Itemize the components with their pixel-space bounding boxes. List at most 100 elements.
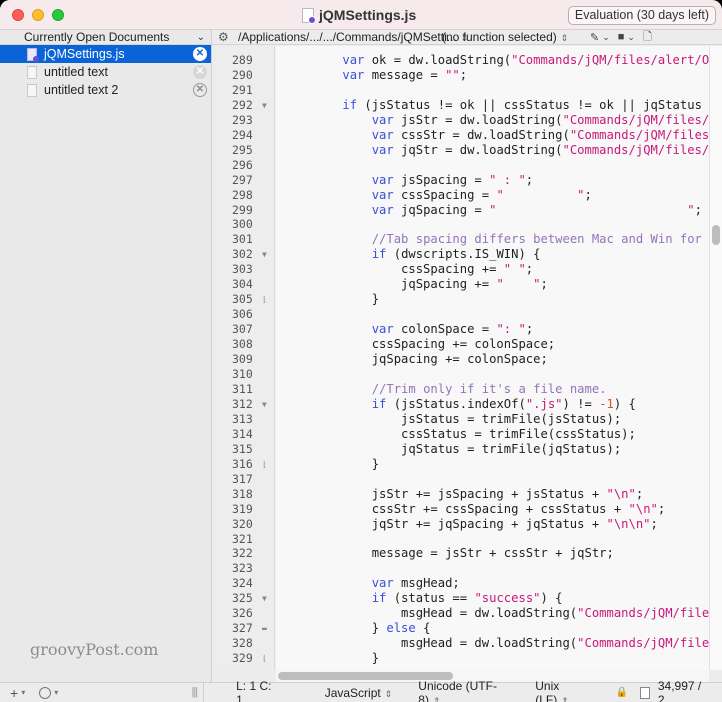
fold-open-icon[interactable]: ▼ <box>262 397 267 412</box>
code-line: jqSpacing += " "; <box>313 277 548 292</box>
code-line: var jqSpacing = " "; <box>371 202 702 217</box>
code-line: var jsStr = dw.loadString("Commands/jQM/… <box>371 112 709 127</box>
line-number: 322 <box>212 546 274 561</box>
code-line: var msgHead; <box>371 576 460 591</box>
file-path-menu[interactable]: /Applications/.../.../Commands/jQMSetti.… <box>238 30 468 44</box>
code-line: var message = ""; <box>342 67 468 82</box>
line-number: 310 <box>212 367 274 382</box>
line-number-text: 316 <box>232 456 253 471</box>
sidebar-status-controls: + ▾ ▾ ||| <box>0 683 205 702</box>
chevron-down-icon[interactable]: ⌄ <box>627 32 635 43</box>
line-number-text: 293 <box>232 112 253 127</box>
line-number-text: 322 <box>232 546 253 561</box>
updown-chevron-icon: ⇕ <box>384 688 393 699</box>
document-icon[interactable]: 🗋 <box>643 28 652 47</box>
document-item[interactable]: jQMSettings.js ✕ <box>0 45 211 63</box>
line-number: 290 <box>212 68 274 83</box>
line-number-text: 320 <box>232 516 253 531</box>
close-document-icon[interactable]: ✕ <box>193 47 207 61</box>
line-number: 329 ⌊ <box>212 651 274 666</box>
evaluation-button[interactable]: Evaluation (30 days left) <box>567 6 716 25</box>
line-number: 327 ▬ <box>212 621 274 636</box>
pin-icon[interactable]: ✎ <box>590 31 599 44</box>
line-number-text: 291 <box>232 82 253 97</box>
line-number: 299 <box>212 203 274 218</box>
code-line: if (dwscripts.IS_WIN) { <box>371 247 541 262</box>
status-bar: + ▾ ▾ ||| L: 1 C: 1 JavaScript ⇕ Unicode (… <box>0 679 722 702</box>
fold-end-icon[interactable]: ⌊ <box>262 292 267 307</box>
line-number-text: 325 <box>232 591 253 606</box>
javascript-file-icon <box>302 7 316 24</box>
line-number-text: 319 <box>232 501 253 516</box>
fold-end-icon[interactable]: ⌊ <box>262 457 267 472</box>
line-number-text: 296 <box>232 157 253 172</box>
language-menu[interactable]: JavaScript ⇕ <box>325 686 393 700</box>
clock-icon[interactable] <box>39 686 52 699</box>
line-number: 325 ▼ <box>212 591 274 606</box>
line-number: 316 ⌊ <box>212 457 274 472</box>
vertical-scrollbar[interactable] <box>709 46 722 670</box>
line-number-text: 318 <box>232 486 253 501</box>
line-number: 304 <box>212 277 274 292</box>
document-item[interactable]: untitled text 2 ✕ <box>0 81 211 99</box>
line-number: 314 <box>212 427 274 442</box>
fold-open-icon[interactable]: ▼ <box>262 591 267 606</box>
close-document-icon[interactable]: ✕ <box>193 65 207 79</box>
character-count[interactable]: 34,997 / 2,... <box>658 679 722 702</box>
line-number: 323 <box>212 561 274 576</box>
cursor-position[interactable]: L: 1 C: 1 <box>236 679 280 702</box>
minimize-window-button[interactable] <box>32 9 44 21</box>
encoding-menu[interactable]: Unicode (UTF-8) ⇕ <box>418 679 515 702</box>
language-label: JavaScript <box>324 685 381 700</box>
fold-open-icon[interactable]: ▼ <box>262 247 267 262</box>
lock-icon[interactable]: 🔒 <box>616 687 628 698</box>
line-number-text: 315 <box>232 441 253 456</box>
line-number-text: 311 <box>232 381 253 396</box>
encoding-label: Unicode (UTF-8) <box>418 678 497 702</box>
gear-icon[interactable]: ⚙ <box>218 30 232 44</box>
javascript-file-icon <box>27 47 39 62</box>
code-line: cssSpacing += " "; <box>313 262 534 277</box>
close-window-button[interactable] <box>12 9 24 21</box>
line-number: 317 <box>212 472 274 487</box>
updown-chevron-icon: ⇕ <box>432 695 441 702</box>
zoom-window-button[interactable] <box>52 9 64 21</box>
open-documents-sidebar: Currently Open Documents ⌄ jQMSettings.j… <box>0 30 212 682</box>
line-number-text: 306 <box>232 307 253 322</box>
document-name: jQMSettings.js <box>44 47 125 61</box>
line-number-text: 299 <box>232 202 253 217</box>
function-menu[interactable]: (no function selected) ⇕ <box>442 30 582 44</box>
line-endings-menu[interactable]: Unix (LF) ⇕ <box>535 679 594 702</box>
fold-middle-icon[interactable]: ▬ <box>262 621 267 636</box>
line-number-text: 303 <box>232 262 253 277</box>
line-number: 297 <box>212 173 274 188</box>
window-title: jQMSettings.js <box>302 6 416 24</box>
resize-grip-icon[interactable]: ||| <box>192 686 199 698</box>
document-item[interactable]: untitled text ✕ <box>0 63 211 81</box>
chevron-down-icon[interactable]: ⌄ <box>602 32 610 43</box>
line-number: 293 <box>212 113 274 128</box>
line-number: 309 <box>212 352 274 367</box>
stack-icon[interactable]: ■ <box>618 31 625 43</box>
close-document-icon[interactable]: ✕ <box>193 83 207 97</box>
code-line: var colonSpace = ": "; <box>371 322 534 337</box>
line-number-text: 301 <box>232 232 253 247</box>
code-line: } <box>313 292 380 307</box>
line-number: 302 ▼ <box>212 247 274 262</box>
line-number: 312 ▼ <box>212 397 274 412</box>
plus-icon[interactable]: + <box>10 685 18 701</box>
open-documents-header[interactable]: Currently Open Documents ⌄ <box>0 30 211 45</box>
code-editor[interactable]: var ok = dw.loadString("Commands/jQM/fil… <box>276 46 709 670</box>
line-number-text: 305 <box>232 292 253 307</box>
fold-open-icon[interactable]: ▼ <box>262 98 267 113</box>
chevron-down-icon[interactable]: ⌄ <box>197 32 205 43</box>
vertical-scroll-thumb[interactable] <box>712 225 720 245</box>
bbedit-window: jQMSettings.js Evaluation (30 days left)… <box>0 0 722 702</box>
chevron-down-icon[interactable]: ▾ <box>21 688 25 697</box>
chevron-down-icon[interactable]: ▾ <box>54 688 58 697</box>
line-number: 308 <box>212 337 274 352</box>
document-name: untitled text <box>44 65 108 79</box>
fold-end-icon[interactable]: ⌊ <box>262 651 267 666</box>
